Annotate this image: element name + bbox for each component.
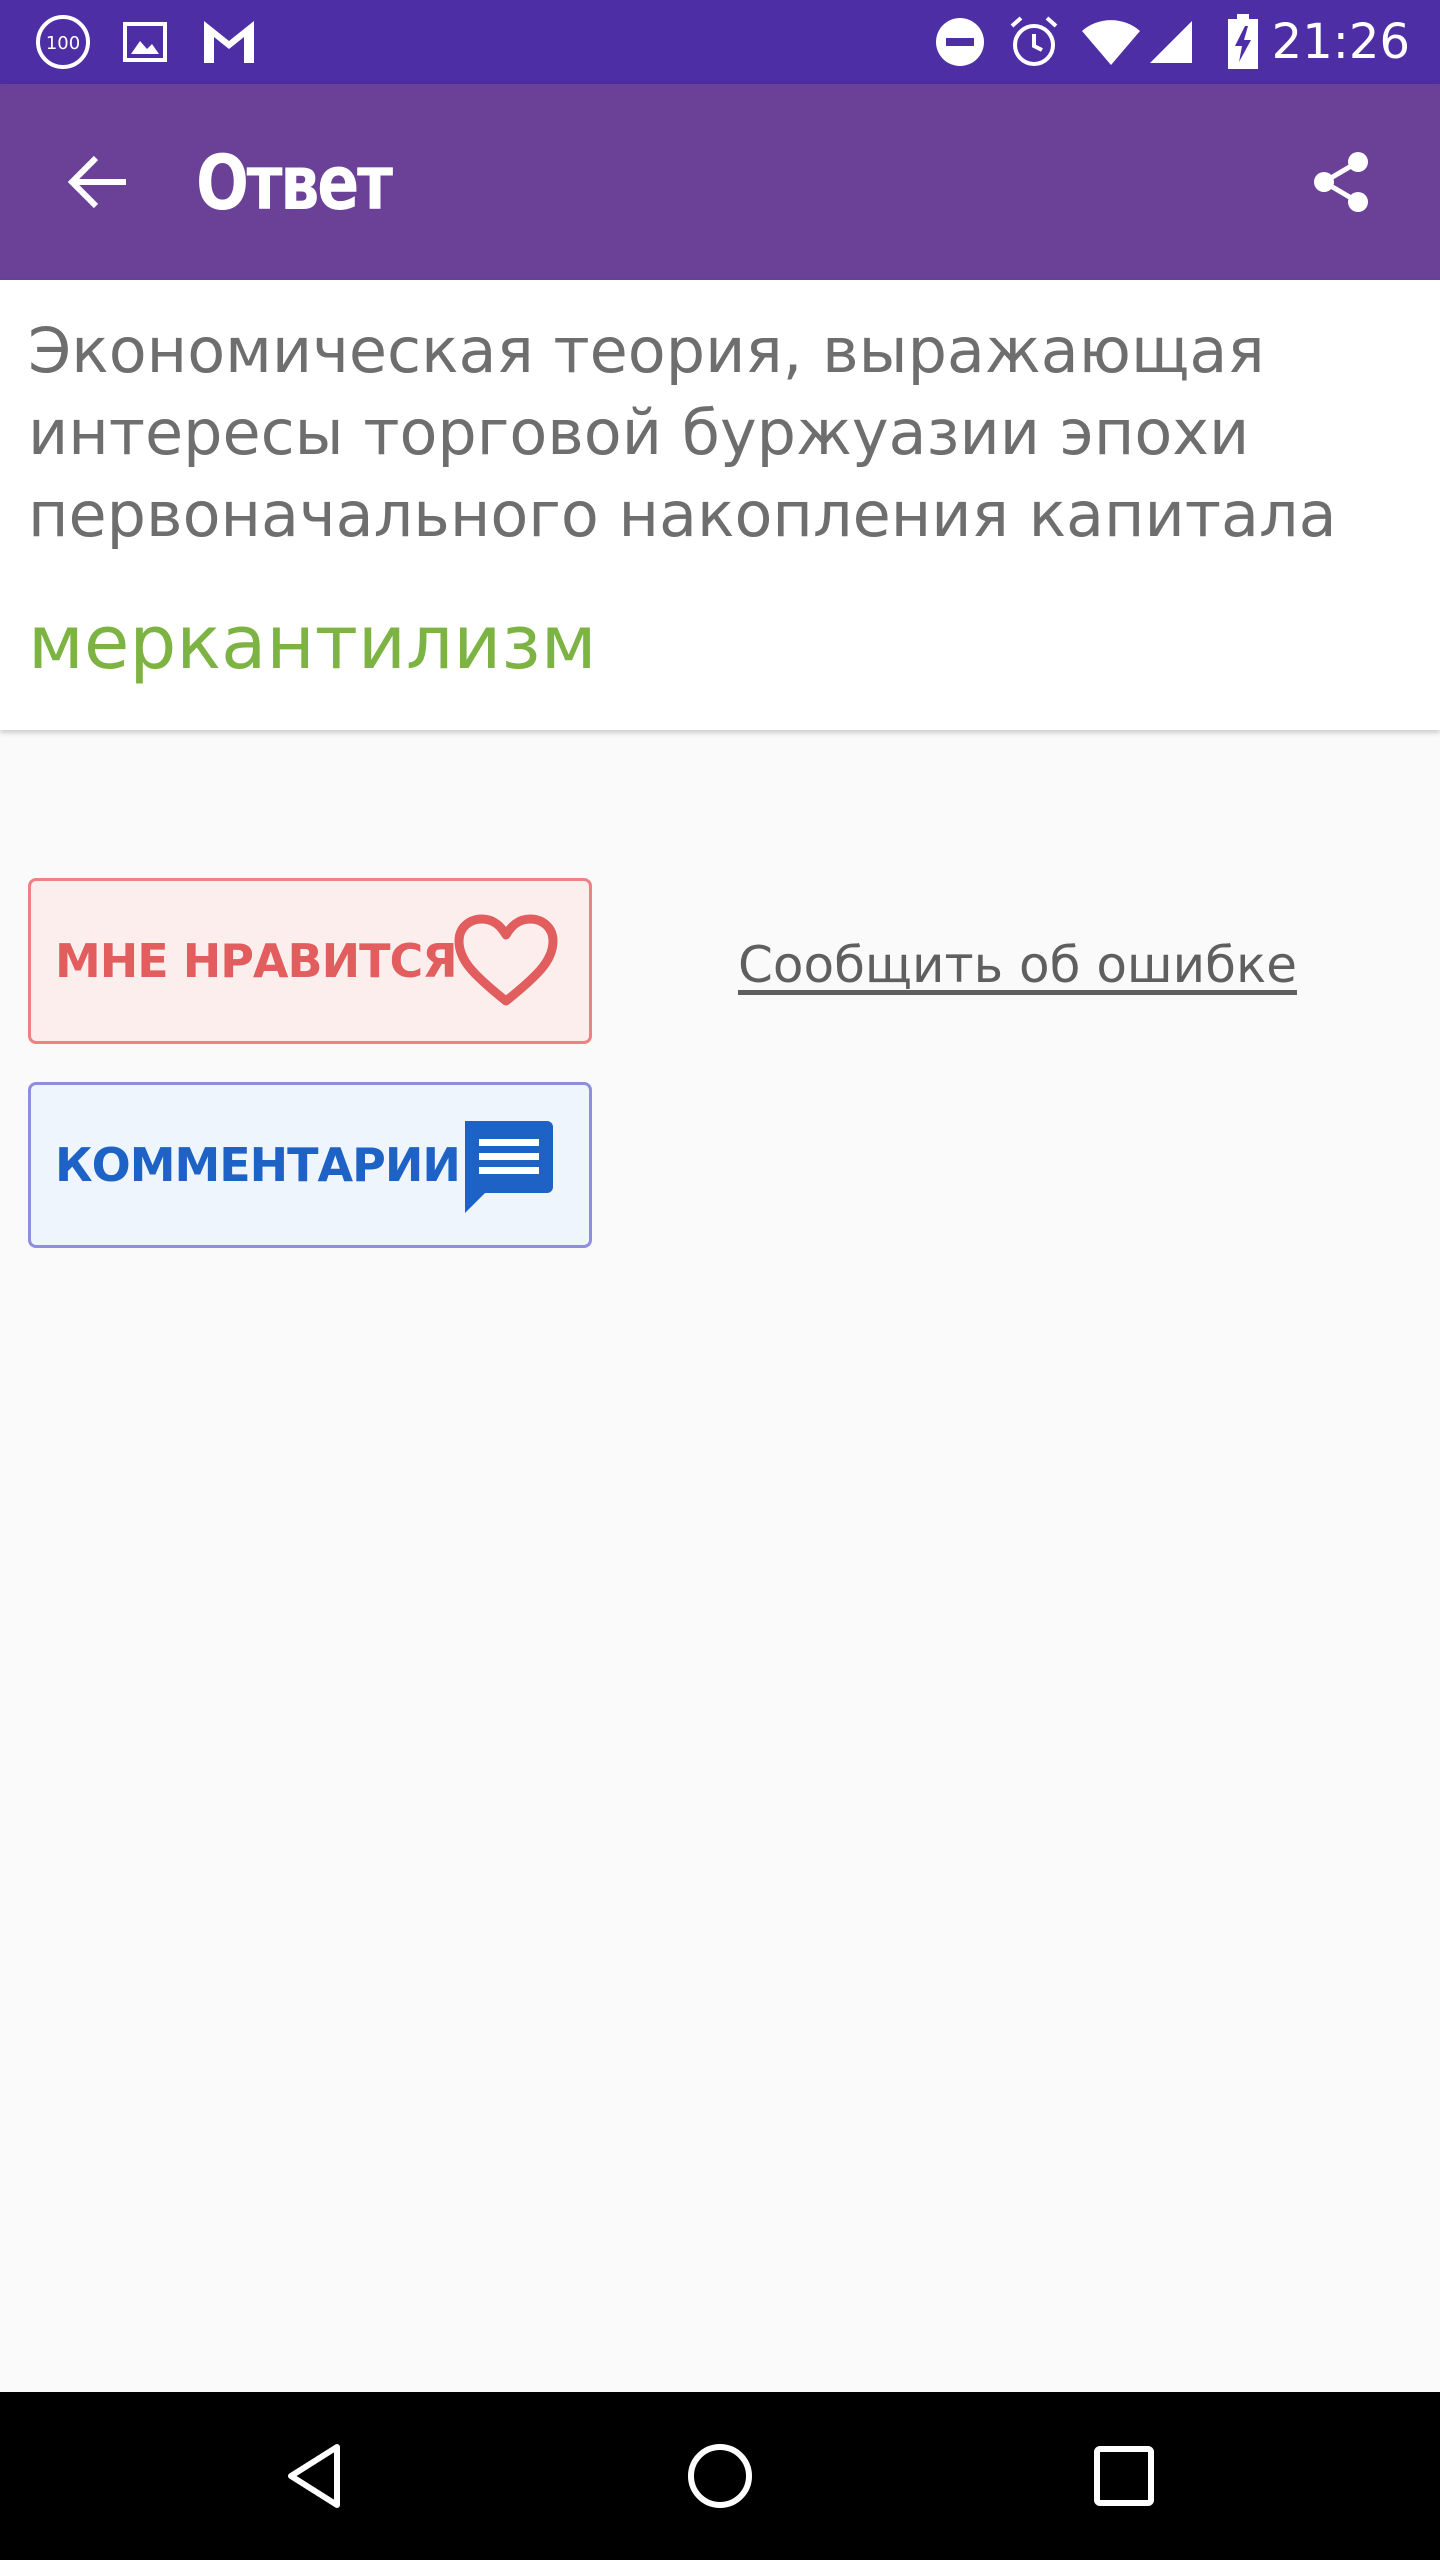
comments-button[interactable]: КОММЕНТАРИИ [28,1082,592,1248]
navigation-bar [0,2392,1440,2560]
app-bar: Ответ [0,84,1440,280]
like-button-label: МНЕ НРАВИТСЯ [55,934,458,988]
status-bar: 100 21:26 [0,0,1440,84]
comments-button-label: КОММЕНТАРИИ [55,1138,461,1192]
image-icon [122,0,168,84]
answer-text: меркантилизм [28,600,597,686]
nav-recents-icon [1094,2446,1154,2506]
page-title: Ответ [196,137,393,227]
nav-home-button[interactable] [670,2426,770,2526]
svg-text:100: 100 [46,33,80,54]
comment-icon [465,1121,553,1213]
wifi-icon [1080,0,1142,84]
answer-card: Экономическая теория, выражающая интерес… [0,280,1440,730]
share-button[interactable] [1282,122,1402,242]
battery-saver-icon: 100 [34,0,92,84]
question-text: Экономическая теория, выражающая интерес… [28,314,1337,551]
cell-signal-icon [1148,0,1194,84]
status-time: 21:26 [1271,14,1410,70]
back-button[interactable] [38,122,158,242]
heart-outline-icon [454,914,558,1006]
gmail-icon [202,0,256,84]
arrow-back-icon [67,155,126,209]
do-not-disturb-icon [934,0,986,84]
share-icon [1314,152,1368,212]
report-error-link[interactable]: Сообщить об ошибке [738,936,1297,994]
alarm-icon [1006,0,1062,84]
nav-back-icon [288,2444,340,2508]
like-button[interactable]: МНЕ НРАВИТСЯ [28,878,592,1044]
nav-home-icon [688,2444,752,2508]
nav-recents-button[interactable] [1074,2426,1174,2526]
nav-back-button[interactable] [266,2426,366,2526]
screen: 100 21:26 Ответ Экономическая теория, вы… [0,0,1440,2560]
battery-charging-icon [1226,0,1260,84]
